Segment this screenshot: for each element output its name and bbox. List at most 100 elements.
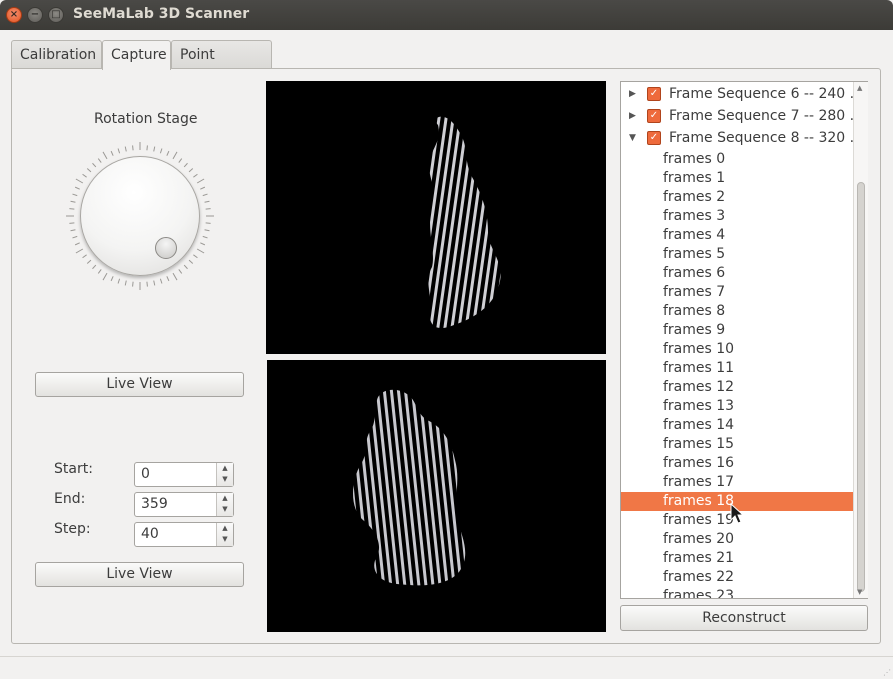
end-spinbox[interactable]: 359 ▲ ▼ [134, 492, 234, 517]
rotation-stage-dial[interactable] [80, 156, 200, 276]
tree-scrollbar[interactable]: ▲ ▼ [853, 82, 868, 598]
frame-list-item[interactable]: frames 0 [621, 150, 853, 169]
dial-tick [202, 235, 208, 239]
status-bar: ⋰ [0, 656, 893, 679]
dial-tick [70, 200, 76, 203]
dial-tick [166, 150, 170, 156]
reconstruct-button[interactable]: Reconstruct [620, 605, 868, 631]
frame-list-item[interactable]: frames 1 [621, 169, 853, 188]
tab-calibration[interactable]: Calibration [11, 40, 102, 69]
spin-down-icon[interactable]: ▼ [217, 474, 233, 485]
dial-tick [124, 280, 127, 286]
tab-capture[interactable]: Capture [102, 40, 171, 70]
frame-label: frames 1 [663, 170, 726, 186]
frame-list-item[interactable]: frames 6 [621, 264, 853, 283]
tree-sequence-row[interactable]: ▶ ✓ Frame Sequence 7 -- 280 ... [621, 105, 863, 127]
frame-list-item[interactable]: frames 10 [621, 340, 853, 359]
frame-list-item[interactable]: frames 4 [621, 226, 853, 245]
frame-list-item[interactable]: frames 11 [621, 359, 853, 378]
frame-list-item[interactable]: frames 13 [621, 397, 853, 416]
tab-point-clouds[interactable]: Point Clouds [171, 40, 272, 91]
sequence-label: Frame Sequence 6 -- 240 ... [669, 86, 864, 102]
frame-list-item[interactable]: frames 14 [621, 416, 853, 435]
scroll-down-icon[interactable]: ▼ [857, 588, 862, 596]
spin-down-icon[interactable]: ▼ [217, 504, 233, 515]
sequence-checkbox[interactable]: ✓ [647, 109, 661, 123]
tree-sequence-row[interactable]: ▶ ✓ Frame Sequence 6 -- 240 ... [621, 83, 863, 105]
frame-list-item[interactable]: frames 23 [621, 587, 853, 598]
frame-list-item[interactable]: frames 17 [621, 473, 853, 492]
collapsed-arrow-icon[interactable]: ▶ [629, 105, 636, 127]
dial-tick [188, 259, 194, 264]
dial-tick [153, 280, 156, 286]
dial-tick [75, 178, 84, 184]
frame-label: frames 22 [663, 569, 735, 585]
dial-tick [172, 272, 178, 281]
frame-label: frames 7 [663, 284, 726, 300]
frame-list-item[interactable]: frames 3 [621, 207, 853, 226]
start-value: 0 [141, 466, 150, 482]
close-window-button[interactable]: × [6, 7, 22, 23]
frame-list-item[interactable]: frames 22 [621, 568, 853, 587]
start-spin-buttons: ▲ ▼ [216, 463, 233, 486]
sequence-label: Frame Sequence 8 -- 320 ... [669, 130, 864, 146]
spin-down-icon[interactable]: ▼ [217, 534, 233, 545]
frame-list-item[interactable]: frames 7 [621, 283, 853, 302]
frame-list-item[interactable]: frames 8 [621, 302, 853, 321]
dial-tick [70, 229, 76, 232]
maximize-icon: □ [51, 9, 61, 20]
start-spinbox[interactable]: 0 ▲ ▼ [134, 462, 234, 487]
frame-label: frames 9 [663, 322, 726, 338]
frame-label: frames 13 [663, 398, 735, 414]
dial-tick [183, 264, 188, 270]
live-view-button-capture[interactable]: Live View [35, 562, 244, 587]
dial-tick [110, 150, 114, 156]
sequence-checkbox[interactable]: ✓ [647, 131, 661, 145]
frame-list-item[interactable]: frames 20 [621, 530, 853, 549]
spin-up-icon[interactable]: ▲ [217, 523, 233, 534]
dial-tick [204, 200, 210, 203]
dial-tick [196, 248, 205, 254]
dial-tick [97, 158, 102, 163]
frame-label: frames 8 [663, 303, 726, 319]
size-grip-icon[interactable]: ⋰ [883, 668, 891, 677]
frame-list-item[interactable]: frames 5 [621, 245, 853, 264]
expanded-arrow-icon[interactable]: ▼ [629, 127, 636, 149]
frame-list-item[interactable]: frames 12 [621, 378, 853, 397]
close-icon: × [9, 9, 19, 20]
frame-label: frames 6 [663, 265, 726, 281]
dial-tick [110, 276, 114, 282]
dial-tick [202, 193, 208, 197]
scroll-up-icon[interactable]: ▲ [857, 84, 862, 92]
sequence-label: Frame Sequence 7 -- 280 ... [669, 108, 864, 124]
minimize-window-button[interactable]: − [27, 7, 43, 23]
frame-list-item[interactable]: frames 21 [621, 549, 853, 568]
frame-list-item[interactable]: frames 16 [621, 454, 853, 473]
frame-label: frames 12 [663, 379, 735, 395]
frame-label: frames 10 [663, 341, 735, 357]
frame-list-item[interactable]: frames 9 [621, 321, 853, 340]
mouse-pointer-icon [730, 503, 745, 524]
frame-label: frames 21 [663, 550, 735, 566]
step-value: 40 [141, 526, 159, 542]
dial-tick [196, 178, 205, 184]
frame-list-item[interactable]: frames 15 [621, 435, 853, 454]
live-view-button-rotation[interactable]: Live View [35, 372, 244, 397]
frame-list-item[interactable]: frames 2 [621, 188, 853, 207]
dial-tick [205, 208, 211, 210]
dial-tick [102, 272, 108, 281]
spin-up-icon[interactable]: ▲ [217, 463, 233, 474]
frame-label: frames 20 [663, 531, 735, 547]
collapsed-arrow-icon[interactable]: ▶ [629, 83, 636, 105]
scroll-thumb[interactable] [857, 182, 865, 592]
maximize-window-button[interactable]: □ [48, 7, 64, 23]
dial-tick [178, 269, 183, 274]
tree-sequence-row[interactable]: ▼ ✓ Frame Sequence 8 -- 320 ... [621, 127, 863, 149]
spin-up-icon[interactable]: ▲ [217, 493, 233, 504]
frame-label: frames 14 [663, 417, 735, 433]
dial-handle[interactable] [155, 237, 177, 259]
frame-label: frames 15 [663, 436, 735, 452]
step-spinbox[interactable]: 40 ▲ ▼ [134, 522, 234, 547]
dial-tick [159, 278, 163, 284]
sequence-checkbox[interactable]: ✓ [647, 87, 661, 101]
